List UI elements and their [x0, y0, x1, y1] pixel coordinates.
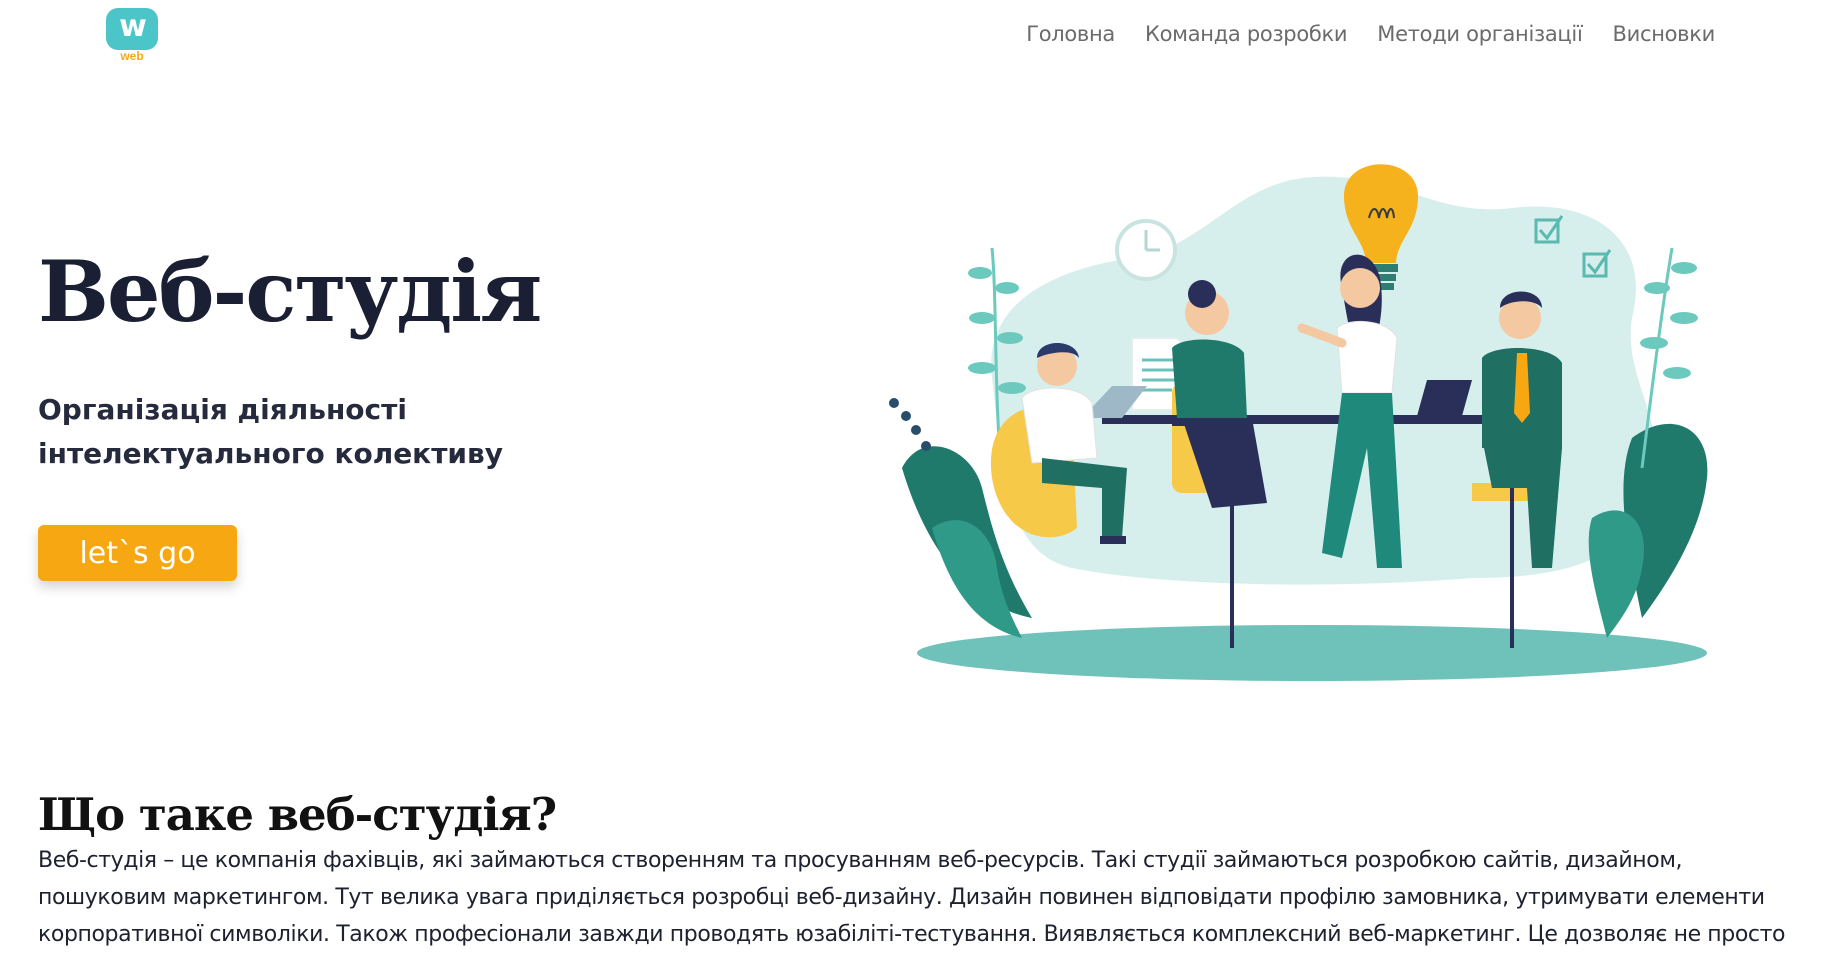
nav-link-methods[interactable]: Методи організації: [1377, 22, 1583, 46]
hero-subtitle: Організація діяльності інтелектуального …: [38, 388, 558, 476]
logo[interactable]: w web: [104, 6, 160, 63]
lets-go-button[interactable]: let`s go: [38, 525, 237, 581]
hero-subtitle-line-2: інтелектуального колективу: [38, 437, 504, 470]
section-title: Що таке веб-студія?: [38, 788, 557, 841]
logo-badge: w: [106, 8, 158, 50]
page: w web Головна Команда розробки Методи ор…: [0, 0, 1823, 962]
section-body: Веб-студія – це компанія фахівців, які з…: [38, 848, 1786, 947]
clock-icon: [1115, 219, 1177, 281]
nav-link-conclusions[interactable]: Висновки: [1613, 22, 1716, 46]
logo-glyph: w: [119, 9, 147, 44]
team-meeting-illustration: [889, 164, 1708, 681]
hero-subtitle-line-1: Організація діяльності: [38, 393, 407, 426]
nav-link-team[interactable]: Команда розробки: [1145, 22, 1348, 46]
hero-title: Веб-студія: [38, 242, 542, 341]
top-nav: Головна Команда розробки Методи організа…: [1026, 22, 1715, 46]
logo-wordmark: web: [120, 49, 144, 63]
floor-shadow: [917, 625, 1707, 681]
nav-link-home[interactable]: Головна: [1026, 22, 1115, 46]
